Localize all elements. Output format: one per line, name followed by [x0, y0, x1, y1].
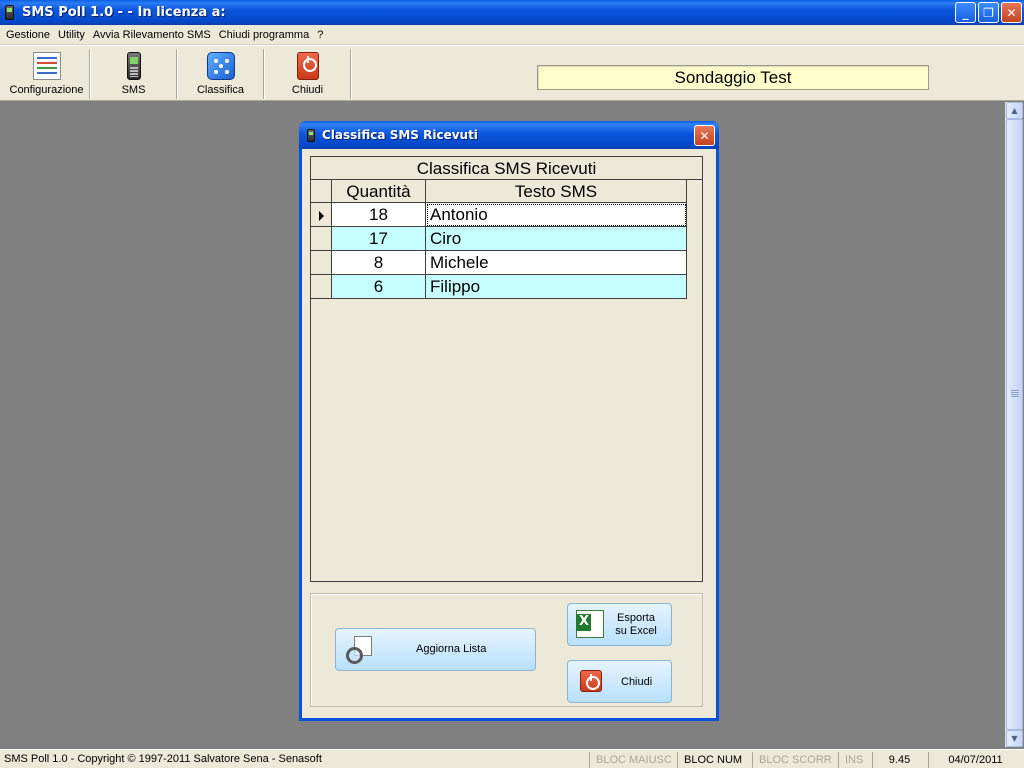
status-date: 04/07/2011	[928, 752, 1022, 768]
dice-icon	[206, 52, 235, 80]
table-row[interactable]: 8 Michele	[311, 251, 687, 275]
scroll-grip-icon	[1011, 390, 1019, 398]
status-scroll-lock: BLOC SCORR	[752, 752, 836, 768]
grid-caption: Classifica SMS Ricevuti	[311, 157, 702, 180]
text-cell[interactable]: Ciro	[426, 227, 687, 251]
menu-chiudi-programma[interactable]: Chiudi programma	[215, 25, 313, 45]
header-indicator-cell	[311, 180, 332, 203]
status-time: 9.45	[872, 752, 926, 768]
grid-rows: 18 Antonio 17 Ciro 8 Michele 6 Filippo	[311, 203, 687, 299]
menu-utility[interactable]: Utility	[54, 25, 89, 45]
current-row-arrow-icon	[319, 211, 324, 221]
vertical-scrollbar[interactable]: ▲ ▼	[1005, 102, 1023, 747]
chiudi-toolbar-button[interactable]: Chiudi	[265, 49, 351, 99]
close-icon: ✕	[1006, 5, 1017, 20]
sms-label: SMS	[121, 84, 146, 96]
table-row[interactable]: 6 Filippo	[311, 275, 687, 299]
classifica-button[interactable]: Classifica	[178, 49, 264, 99]
status-bar: SMS Poll 1.0 - Copyright © 1997-2011 Sal…	[0, 749, 1024, 768]
chiudi-toolbar-label: Chiudi	[291, 84, 324, 96]
main-titlebar[interactable]: SMS Poll 1.0 - - In licenza a: _ ❐ ✕	[0, 0, 1024, 25]
poll-name-field: Sondaggio Test	[537, 65, 929, 90]
excel-icon	[576, 610, 604, 638]
mobile-phone-icon	[126, 52, 141, 80]
arrow-up-icon: ▲	[1011, 106, 1018, 115]
chiudi-dialog-label: Chiudi	[621, 676, 653, 688]
dialog-close-button[interactable]: ✕	[694, 125, 715, 146]
status-copyright: SMS Poll 1.0 - Copyright © 1997-2011 Sal…	[4, 753, 322, 765]
qty-cell[interactable]: 8	[332, 251, 426, 275]
text-cell[interactable]: Antonio	[426, 203, 687, 227]
header-quantita[interactable]: Quantità	[332, 180, 426, 203]
qty-cell[interactable]: 18	[332, 203, 426, 227]
power-icon	[296, 52, 319, 80]
qty-cell[interactable]: 6	[332, 275, 426, 299]
restore-icon: ❐	[983, 5, 994, 20]
row-indicator[interactable]	[311, 203, 332, 227]
menu-bar: Gestione Utility Avvia Rilevamento SMS C…	[0, 25, 1024, 45]
text-cell[interactable]: Michele	[426, 251, 687, 275]
menu-help[interactable]: ?	[313, 25, 327, 45]
chiudi-dialog-button[interactable]: Chiudi	[567, 660, 672, 703]
scroll-thumb[interactable]	[1006, 119, 1023, 730]
toolbar: Configurazione SMS Classifica Chiudi Son…	[0, 45, 1024, 101]
scroll-up-button[interactable]: ▲	[1006, 102, 1023, 119]
close-window-button[interactable]: ✕	[1001, 2, 1022, 23]
aggiorna-lista-label: Aggiorna Lista	[416, 643, 487, 655]
power-icon	[580, 670, 602, 692]
row-indicator[interactable]	[311, 275, 332, 299]
text-cell[interactable]: Filippo	[426, 275, 687, 299]
status-insert: INS	[838, 752, 870, 768]
classifica-dialog: Classifica SMS Ricevuti ✕ Classifica SMS…	[299, 121, 719, 721]
settings-list-icon	[32, 52, 61, 80]
sms-button[interactable]: SMS	[91, 49, 177, 99]
menu-gestione[interactable]: Gestione	[2, 25, 54, 45]
minimize-icon: _	[962, 5, 969, 20]
dialog-titlebar[interactable]: Classifica SMS Ricevuti ✕	[299, 121, 719, 149]
qty-cell[interactable]: 17	[332, 227, 426, 251]
window-controls: _ ❐ ✕	[955, 2, 1022, 23]
table-row[interactable]: 17 Ciro	[311, 227, 687, 251]
maximize-button[interactable]: ❐	[978, 2, 999, 23]
esporta-excel-button[interactable]: Esporta su Excel	[567, 603, 672, 646]
close-icon: ✕	[699, 128, 710, 143]
magnifier-scroll-icon	[344, 636, 374, 664]
button-panel: Aggiorna Lista Esporta su Excel Chiudi	[310, 593, 703, 707]
header-testo-sms[interactable]: Testo SMS	[426, 180, 687, 203]
window-title: SMS Poll 1.0 - - In licenza a:	[22, 5, 226, 20]
configurazione-label: Configurazione	[9, 84, 84, 96]
table-row[interactable]: 18 Antonio	[311, 203, 687, 227]
menu-avvia-rilevamento[interactable]: Avvia Rilevamento SMS	[89, 25, 215, 45]
ranking-grid[interactable]: Classifica SMS Ricevuti Quantità Testo S…	[310, 156, 703, 582]
status-caps-lock: BLOC MAIUSC	[589, 752, 675, 768]
row-indicator[interactable]	[311, 227, 332, 251]
classifica-label: Classifica	[196, 84, 245, 96]
configurazione-button[interactable]: Configurazione	[4, 49, 90, 99]
scroll-down-button[interactable]: ▼	[1006, 730, 1023, 747]
dialog-phone-icon	[307, 128, 315, 142]
app-phone-icon	[5, 5, 14, 20]
status-num-lock: BLOC NUM	[677, 752, 750, 768]
arrow-down-icon: ▼	[1011, 734, 1018, 743]
grid-header-row: Quantità Testo SMS	[311, 180, 687, 203]
minimize-button[interactable]: _	[955, 2, 976, 23]
dialog-title: Classifica SMS Ricevuti	[322, 128, 478, 142]
esporta-excel-label: Esporta su Excel	[615, 612, 657, 637]
aggiorna-lista-button[interactable]: Aggiorna Lista	[335, 628, 536, 671]
row-indicator[interactable]	[311, 251, 332, 275]
